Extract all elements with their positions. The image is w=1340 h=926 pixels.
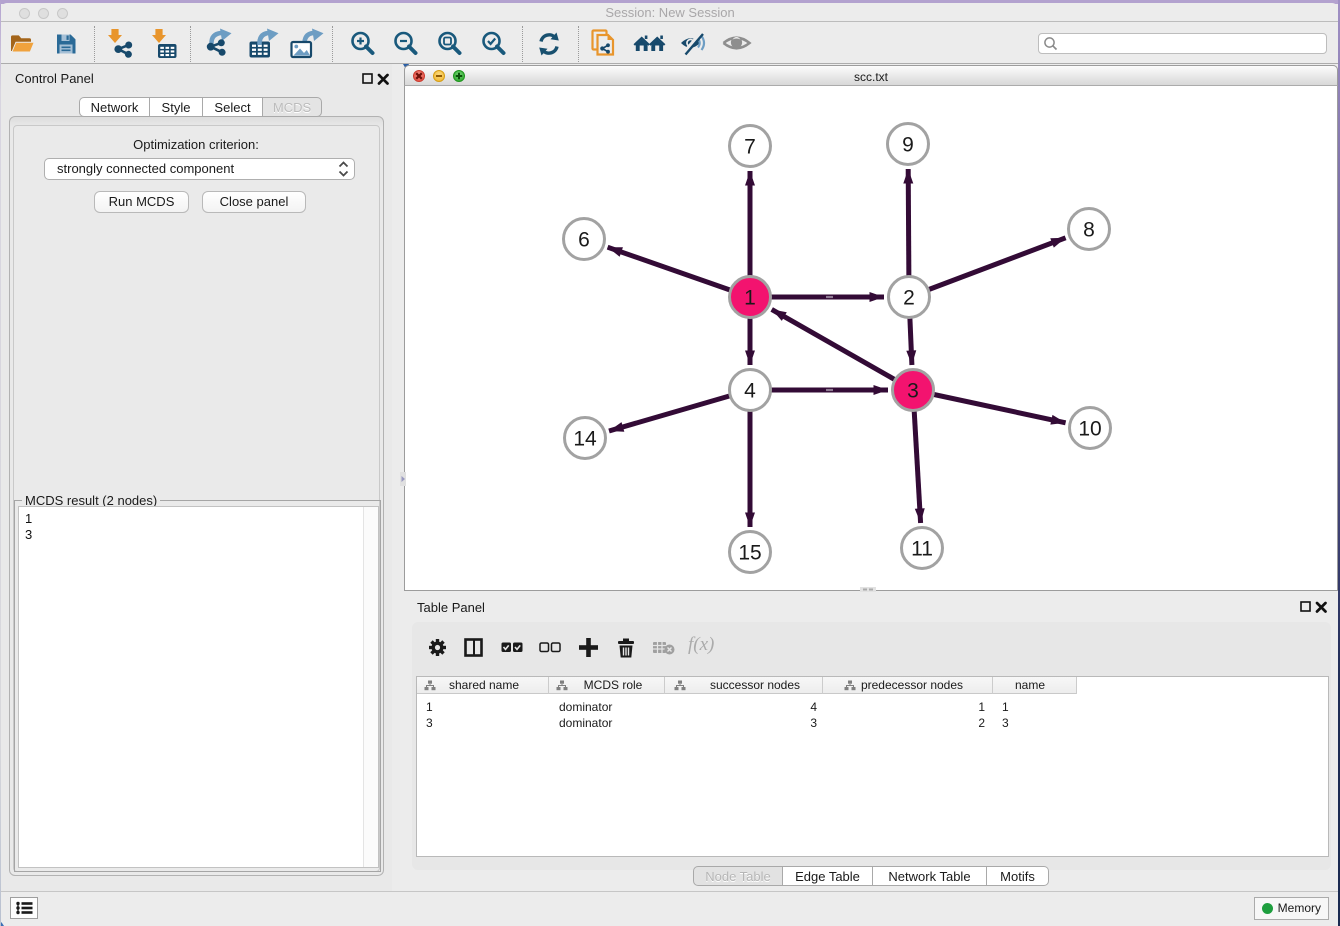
svg-text:9: 9	[902, 134, 914, 157]
svg-text:6: 6	[578, 229, 590, 252]
svg-text:2: 2	[903, 287, 915, 310]
svg-text:15: 15	[738, 542, 761, 565]
svg-text:8: 8	[1083, 219, 1095, 242]
svg-text:14: 14	[573, 428, 597, 451]
svg-text:1: 1	[744, 287, 756, 310]
svg-text:11: 11	[911, 538, 933, 561]
svg-text:3: 3	[907, 380, 919, 403]
svg-text:4: 4	[744, 380, 756, 403]
svg-text:7: 7	[744, 136, 756, 159]
svg-text:10: 10	[1078, 418, 1101, 441]
